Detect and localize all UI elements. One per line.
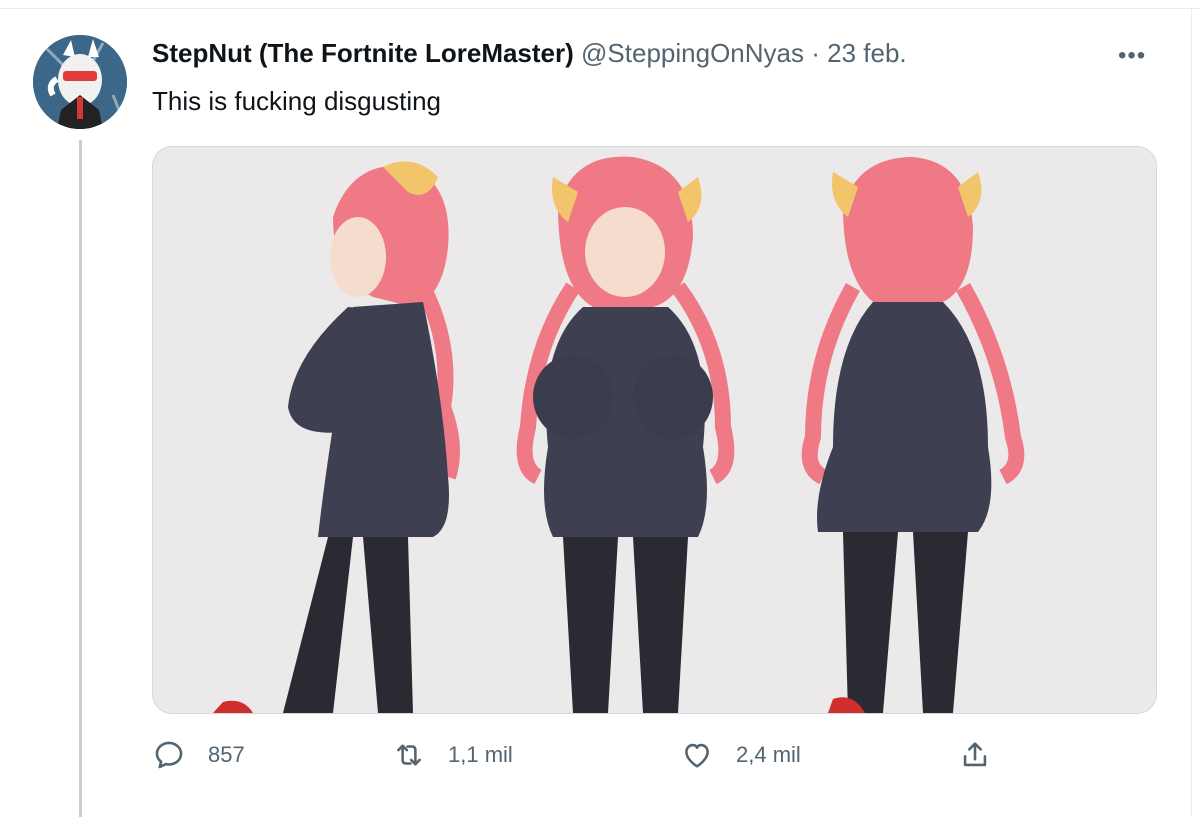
like-button[interactable]: 2,4 mil (680, 738, 801, 772)
like-count: 2,4 mil (736, 742, 801, 767)
retweet-button[interactable]: 1,1 mil (392, 738, 513, 772)
share-icon (963, 742, 987, 767)
avatar[interactable] (33, 35, 127, 129)
media-illustration (153, 147, 1156, 713)
reply-button[interactable]: 857 (152, 738, 245, 772)
heart-icon (685, 743, 709, 768)
reply-icon (155, 741, 183, 769)
thread-line (79, 140, 82, 817)
tweet-text: This is fucking disgusting (152, 86, 442, 116)
author-handle[interactable]: @SteppingOnNyas (581, 38, 804, 68)
right-border (1191, 8, 1192, 817)
retweet-icon (397, 744, 421, 766)
tweet-media[interactable] (152, 146, 1157, 714)
share-button[interactable] (958, 738, 992, 772)
header-separator: · (811, 38, 820, 68)
avatar-image (33, 35, 127, 129)
action-bar: 857 1,1 mil 2,4 mil (152, 738, 1012, 778)
reply-count: 857 (208, 742, 245, 767)
tweet-date[interactable]: 23 feb. (827, 38, 907, 68)
author-name[interactable]: StepNut (The Fortnite LoreMaster) (152, 38, 574, 68)
top-border (0, 8, 1200, 9)
retweet-count: 1,1 mil (448, 742, 513, 767)
more-icon[interactable]: ••• (1118, 42, 1146, 70)
tweet-header: StepNut (The Fortnite LoreMaster) @Stepp… (152, 38, 907, 69)
